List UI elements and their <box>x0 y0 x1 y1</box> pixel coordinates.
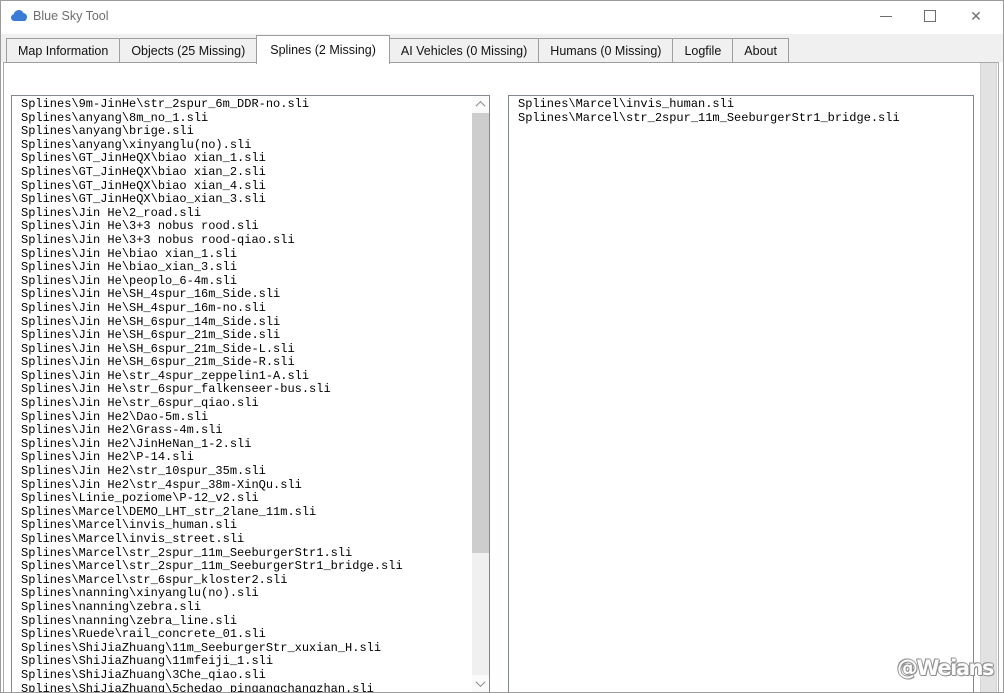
tab-about[interactable]: About <box>732 38 789 63</box>
list-item[interactable]: Splines\Jin He\3+3 nobus rood-qiao.sli <box>21 233 471 248</box>
scroll-down-button[interactable] <box>472 675 489 692</box>
app-window: Blue Sky Tool ✕ Map Information Objects (… <box>0 0 1004 693</box>
list-item[interactable]: Splines\GT_JinHeQX\biao_xian_3.sli <box>21 193 471 207</box>
scroll-down-icon <box>475 677 486 688</box>
list-item[interactable]: Splines\Marcel\DEMO_LHT_str_2lane_11m.sl… <box>21 505 471 520</box>
window-title: Blue Sky Tool <box>33 9 109 23</box>
minimize-button[interactable] <box>869 1 903 31</box>
list-item[interactable]: Splines\Jin He\SH_6spur_21m_Side-L.sli <box>21 342 471 357</box>
watermark: @Weians <box>897 656 994 680</box>
all-splines-list: Splines\9m-JinHe\str_2spur_6m_DDR-no.sli… <box>11 95 490 692</box>
list-item[interactable]: Splines\Jin He\SH_6spur_21m_Side.sli <box>21 328 471 343</box>
list-item[interactable]: Splines\nanning\zebra_line.sli <box>21 614 471 629</box>
tab-humans-0-missing[interactable]: Humans (0 Missing) <box>538 38 674 63</box>
list-item[interactable]: Splines\Jin He2\str_10spur_35m.sli <box>21 464 471 479</box>
tab-objects-25-missing[interactable]: Objects (25 Missing) <box>119 38 258 63</box>
list-item[interactable]: Splines\Jin He\str_6spur_falkenseer-bus.… <box>21 383 471 397</box>
list-item[interactable]: Splines\Jin He\SH_6spur_14m_Side.sli <box>21 315 471 330</box>
list-item[interactable]: Splines\Jin He\peoplo_6-4m.sli <box>21 274 471 289</box>
list-item[interactable]: Splines\GT_JinHeQX\biao xian_1.sli <box>21 152 471 166</box>
list-item[interactable]: Splines\GT_JinHeQX\biao xian_2.sli <box>21 165 471 180</box>
list-item[interactable]: Splines\ShiJiaZhuang\5chedao_pingangchan… <box>21 682 471 692</box>
tab-map-information[interactable]: Map Information <box>6 38 121 63</box>
list-item[interactable]: Splines\Jin He2\str_4spur_38m-XinQu.sli <box>21 478 471 493</box>
list-item[interactable]: Splines\anyang\xinyanglu(no).sli <box>21 138 471 153</box>
list-item[interactable]: Splines\Linie_poziome\P-12_v2.sli <box>21 492 471 506</box>
close-icon: ✕ <box>970 8 982 24</box>
list-item[interactable]: Splines\ShiJiaZhuang\3Che_qiao.sli <box>21 668 471 683</box>
missing-splines-rows: Splines\Marcel\invis_human.sli Splines\Ma… <box>509 98 973 692</box>
list-item[interactable]: Splines\Jin He\SH_4spur_16m_Side.sli <box>21 288 471 302</box>
list-item[interactable]: Splines\9m-JinHe\str_2spur_6m_DDR-no.sli <box>21 98 471 112</box>
list-item[interactable]: Splines\Jin He2\JinHeNan_1-2.sli <box>21 437 471 452</box>
cloud-icon <box>10 8 28 27</box>
scrollbar-thumb[interactable] <box>472 113 489 553</box>
list-item[interactable]: Splines\Marcel\invis_human.sli <box>518 98 973 112</box>
list-item[interactable]: Splines\Marcel\str_6spur_kloster2.sli <box>21 573 471 588</box>
scroll-up-icon <box>475 100 486 111</box>
list-item[interactable]: Splines\Jin He\biao xian_1.sli <box>21 247 471 262</box>
list-item[interactable]: Splines\Ruede\rail_concrete_01.sli <box>21 628 471 642</box>
list-item[interactable]: Splines\anyang\brige.sli <box>21 125 471 139</box>
close-button[interactable]: ✕ <box>959 1 993 31</box>
list-item[interactable]: Splines\Marcel\str_2spur_11m_SeeburgerSt… <box>21 546 471 561</box>
list-item[interactable]: Splines\Jin He\2_road.sli <box>21 206 471 221</box>
list-item[interactable]: Splines\Jin He2\Grass-4m.sli <box>21 424 471 438</box>
list-item[interactable]: Splines\Jin He\3+3 nobus rood.sli <box>21 220 471 234</box>
list-item[interactable]: Splines\Jin He\SH_4spur_16m-no.sli <box>21 301 471 316</box>
maximize-button[interactable] <box>913 1 947 31</box>
tab-splines-2-missing[interactable]: Splines (2 Missing) <box>256 35 390 64</box>
list-item[interactable]: Splines\ShiJiaZhuang\11mfeiji_1.sli <box>21 655 471 669</box>
list-item[interactable]: Splines\Jin He\str_6spur_qiao.sli <box>21 396 471 411</box>
list-item[interactable]: Splines\Jin He\SH_6spur_21m_Side-R.sli <box>21 356 471 370</box>
list-item[interactable]: Splines\anyang\8m_no_1.sli <box>21 111 471 126</box>
page-scrollbar-track[interactable] <box>980 63 997 692</box>
all-splines-rows: Splines\9m-JinHe\str_2spur_6m_DDR-no.sli… <box>12 98 471 692</box>
list-item[interactable]: Splines\Jin He\str_4spur_zeppelin1-A.sli <box>21 369 471 384</box>
tab-bar: Map Information Objects (25 Missing) Splin… <box>6 35 789 64</box>
list-item[interactable]: Splines\nanning\zebra.sli <box>21 600 471 615</box>
list-item[interactable]: Splines\Jin He2\Dao-5m.sli <box>21 410 471 425</box>
tab-ai-vehicles-0-missing[interactable]: AI Vehicles (0 Missing) <box>388 38 540 63</box>
list-item[interactable]: Splines\GT_JinHeQX\biao xian_4.sli <box>21 179 471 194</box>
missing-splines-list: Splines\Marcel\invis_human.sli Splines\Ma… <box>508 95 974 692</box>
list-item[interactable]: Splines\ShiJiaZhuang\11m_SeeburgerStr_xu… <box>21 641 471 656</box>
all-splines-scrollbar[interactable] <box>472 96 489 692</box>
minimize-icon <box>880 15 892 17</box>
list-item[interactable]: Splines\Jin He2\P-14.sli <box>21 451 471 465</box>
scroll-up-button[interactable] <box>472 96 489 113</box>
list-item[interactable]: Splines\Jin He\biao_xian_3.sli <box>21 261 471 275</box>
maximize-icon <box>924 10 936 22</box>
titlebar: Blue Sky Tool ✕ <box>1 1 1003 34</box>
list-item[interactable]: Splines\Marcel\str_2spur_11m_SeeburgerSt… <box>21 560 471 574</box>
list-item[interactable]: Splines\Marcel\invis_street.sli <box>21 532 471 547</box>
list-item[interactable]: Splines\Marcel\str_2spur_11m_SeeburgerSt… <box>518 111 973 126</box>
list-item[interactable]: Splines\Marcel\invis_human.sli <box>21 519 471 533</box>
list-item[interactable]: Splines\nanning\xinyanglu(no).sli <box>21 587 471 601</box>
tab-logfile[interactable]: Logfile <box>672 38 734 63</box>
